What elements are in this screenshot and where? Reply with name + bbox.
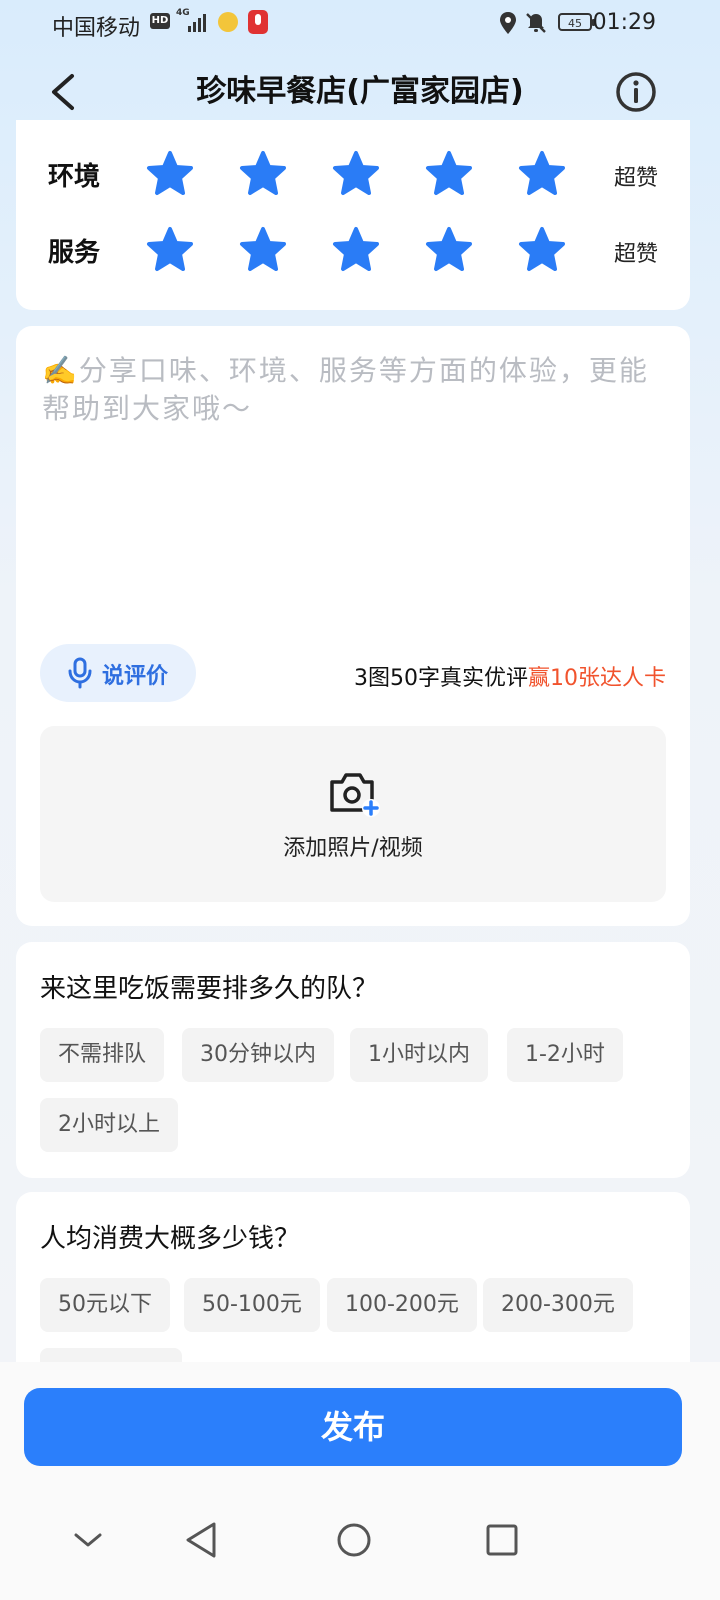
- option-chip[interactable]: 50元以下: [40, 1278, 170, 1332]
- question-title: 来这里吃饭需要排多久的队？: [40, 974, 379, 1004]
- option-chip[interactable]: 30分钟以内: [182, 1028, 334, 1082]
- hd-icon: HD: [150, 13, 170, 29]
- option-chip[interactable]: 200-300元: [483, 1278, 633, 1332]
- rating-row-service: 服务 超赞: [16, 220, 690, 280]
- app-notification-icon: [218, 12, 238, 32]
- microphone-active-icon: [248, 10, 268, 34]
- publish-button[interactable]: 发布: [24, 1388, 682, 1466]
- promo-text: 3图50字真实优评赢10张达人卡: [354, 660, 666, 692]
- home-circle-icon[interactable]: [324, 1510, 384, 1570]
- star-icon[interactable]: [146, 226, 194, 274]
- option-chip[interactable]: 不需排队: [40, 1028, 165, 1082]
- location-icon: [500, 12, 516, 34]
- system-nav-bar: [0, 1488, 720, 1600]
- question-title: 人均消费大概多少钱？: [40, 1224, 301, 1254]
- queue-question-card: 来这里吃饭需要排多久的队？ 不需排队 30分钟以内 1小时以内 1-2小时 2小…: [16, 942, 690, 1178]
- rating-text: 超赞: [613, 166, 658, 191]
- star-icon[interactable]: [518, 150, 566, 198]
- rating-text: 超赞: [613, 242, 658, 267]
- option-chip[interactable]: 100-200元: [327, 1278, 477, 1332]
- star-icon[interactable]: [518, 226, 566, 274]
- status-bar: 中国移动 HD 4G 45 01:29: [0, 0, 720, 48]
- microphone-icon: [68, 657, 92, 689]
- option-chip[interactable]: 1小时以内: [350, 1028, 488, 1082]
- rating-label: 服务: [48, 238, 101, 268]
- page-title: 珍味早餐店(广富家园店): [196, 74, 524, 109]
- star-icon[interactable]: [425, 150, 473, 198]
- star-icon[interactable]: [239, 150, 287, 198]
- camera-add-icon: [330, 773, 380, 817]
- carrier-name: 中国移动: [52, 16, 141, 41]
- recents-square-icon[interactable]: [472, 1510, 532, 1570]
- option-chip[interactable]: 1-2小时: [507, 1028, 623, 1082]
- star-icon[interactable]: [332, 226, 380, 274]
- option-chip[interactable]: 50-100元: [184, 1278, 320, 1332]
- rating-label: 环境: [48, 162, 101, 192]
- voice-review-button[interactable]: 说评价: [40, 644, 196, 702]
- mute-bell-icon: [526, 13, 546, 33]
- promo-condition: 3图50字真实优评: [354, 666, 528, 691]
- rating-row-environment: 环境 超赞: [16, 144, 690, 204]
- add-media-label: 添加照片/视频: [283, 836, 423, 861]
- battery-indicator: 45: [558, 13, 595, 31]
- add-media-button[interactable]: 添加照片/视频: [40, 726, 666, 902]
- star-icon[interactable]: [332, 150, 380, 198]
- info-icon[interactable]: [614, 70, 658, 114]
- review-card: ✍️分享口味、环境、服务等方面的体验，更能帮助到大家哦～ 说评价 3图50字真实…: [16, 326, 690, 926]
- promo-reward: 赢10张达人卡: [528, 666, 666, 691]
- star-icon[interactable]: [425, 226, 473, 274]
- option-chip[interactable]: 2小时以上: [40, 1098, 178, 1152]
- star-icon[interactable]: [146, 150, 194, 198]
- signal-icon: [188, 14, 206, 32]
- star-icon[interactable]: [239, 226, 287, 274]
- chevron-down-icon[interactable]: [58, 1510, 118, 1570]
- review-text-input[interactable]: ✍️分享口味、环境、服务等方面的体验，更能帮助到大家哦～: [42, 352, 652, 428]
- back-triangle-icon[interactable]: [172, 1510, 232, 1570]
- rating-card: 环境 超赞 服务 超赞: [16, 120, 690, 310]
- back-arrow-icon[interactable]: [44, 70, 84, 114]
- voice-review-label: 说评价: [102, 664, 169, 689]
- clock: 01:29: [592, 10, 656, 35]
